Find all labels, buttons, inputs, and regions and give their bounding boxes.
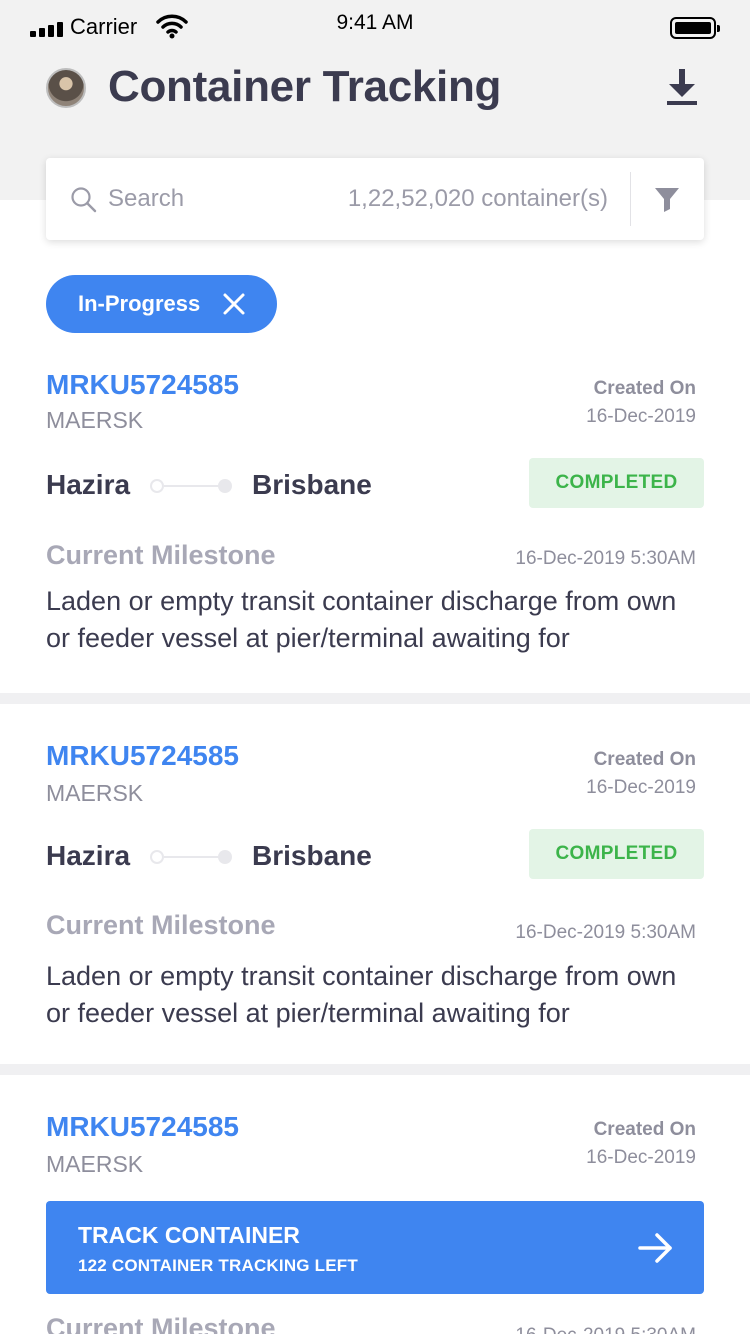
search-bar: 1,22,52,020 container(s) xyxy=(46,158,704,240)
search-input[interactable] xyxy=(108,180,328,218)
milestone-time: 16-Dec-2019 5:30AM xyxy=(515,548,696,569)
origin-port: Hazira xyxy=(46,469,131,500)
origin-port: Hazira xyxy=(46,840,131,871)
filter-icon xyxy=(655,188,679,212)
milestone-label: Current Milestone xyxy=(46,540,276,570)
arrow-right-icon xyxy=(638,1233,672,1263)
container-count: 1,22,52,020 container(s) xyxy=(347,185,608,212)
created-on-label: Created On xyxy=(593,1119,696,1140)
destination-port: Brisbane xyxy=(252,469,372,500)
track-button-title: TRACK CONTAINER xyxy=(78,1222,300,1248)
route-line xyxy=(150,479,232,493)
milestone-time: 16-Dec-2019 5:30AM xyxy=(515,922,696,943)
status-time: 9:41 AM xyxy=(336,11,414,34)
filter-chip-in-progress[interactable]: In-Progress xyxy=(46,275,277,333)
container-card[interactable]: MRKU5724585 MAERSK Created On 16-Dec-201… xyxy=(0,355,750,693)
milestone-label: Current Milestone xyxy=(46,910,276,940)
download-button[interactable] xyxy=(660,65,704,109)
shipping-line: MAERSK xyxy=(46,780,144,806)
status-badge: COMPLETED xyxy=(529,829,704,879)
track-button-subtitle: 122 CONTAINER TRACKING LEFT xyxy=(78,1256,358,1275)
track-container-button[interactable]: TRACK CONTAINER 122 CONTAINER TRACKING L… xyxy=(46,1201,704,1294)
close-icon[interactable] xyxy=(222,292,246,316)
page-title: Container Tracking xyxy=(108,62,502,111)
card-separator xyxy=(0,693,750,704)
container-id[interactable]: MRKU5724585 xyxy=(46,369,239,401)
status-bar: Carrier 9:41 AM xyxy=(0,0,750,50)
created-on-date: 16-Dec-2019 xyxy=(586,1147,696,1168)
created-on-date: 16-Dec-2019 xyxy=(586,406,696,427)
milestone-time: 16-Dec-2019 5:30AM xyxy=(515,1325,696,1334)
status-badge: COMPLETED xyxy=(529,458,704,508)
card-separator xyxy=(0,1064,750,1075)
destination-port: Brisbane xyxy=(252,840,372,871)
download-icon xyxy=(667,69,697,105)
milestone-label: Current Milestone xyxy=(46,1313,276,1334)
created-on-date: 16-Dec-2019 xyxy=(586,777,696,798)
created-on-label: Created On xyxy=(593,749,696,770)
shipping-line: MAERSK xyxy=(46,407,144,433)
created-on-label: Created On xyxy=(593,378,696,399)
shipping-line: MAERSK xyxy=(46,1151,144,1177)
container-id[interactable]: MRKU5724585 xyxy=(46,740,239,772)
milestone-description: Laden or empty transit container dischar… xyxy=(46,586,677,653)
milestone-description: Laden or empty transit container dischar… xyxy=(46,961,677,1028)
battery-icon xyxy=(670,17,720,39)
filter-button[interactable] xyxy=(630,158,704,240)
search-icon xyxy=(71,187,97,213)
avatar[interactable] xyxy=(46,68,86,108)
chip-label: In-Progress xyxy=(78,291,201,316)
route-line xyxy=(150,850,232,864)
container-card[interactable]: MRKU5724585 MAERSK Created On 16-Dec-201… xyxy=(0,704,750,1064)
container-id[interactable]: MRKU5724585 xyxy=(46,1111,239,1143)
